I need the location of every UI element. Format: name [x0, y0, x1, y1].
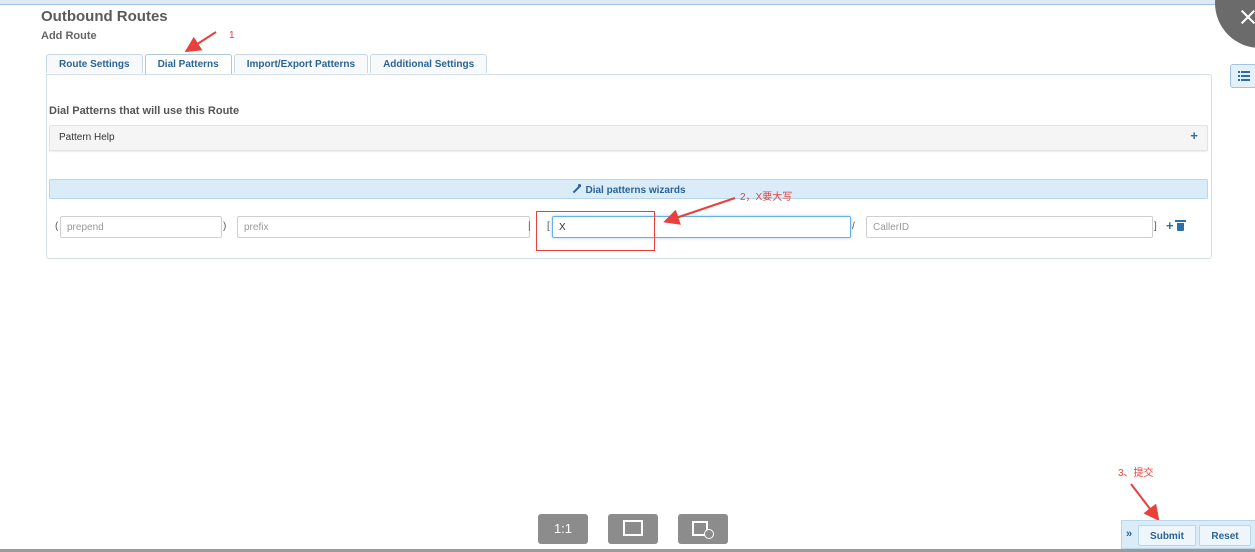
annotation-arrow-1 — [184, 31, 217, 53]
action-bar: » Submit Reset — [1121, 520, 1255, 549]
close-icon[interactable] — [1238, 7, 1255, 27]
actual-size-button[interactable]: 1:1 — [538, 514, 588, 544]
list-toggle-button[interactable] — [1230, 64, 1255, 88]
annotation-arrows — [184, 31, 1160, 522]
fit-screen-button[interactable] — [608, 514, 658, 544]
annotation-arrow-3 — [1130, 483, 1160, 522]
crop-icon — [692, 521, 714, 539]
crop-button[interactable] — [678, 514, 728, 544]
list-icon — [1238, 71, 1250, 81]
fit-screen-icon — [623, 520, 643, 536]
reset-button[interactable]: Reset — [1199, 525, 1251, 546]
annotation-arrow-2 — [663, 197, 736, 225]
one-to-one-label: 1:1 — [553, 521, 573, 536]
chevron-double-right-icon[interactable]: » — [1126, 528, 1132, 540]
submit-button[interactable]: Submit — [1138, 525, 1196, 546]
